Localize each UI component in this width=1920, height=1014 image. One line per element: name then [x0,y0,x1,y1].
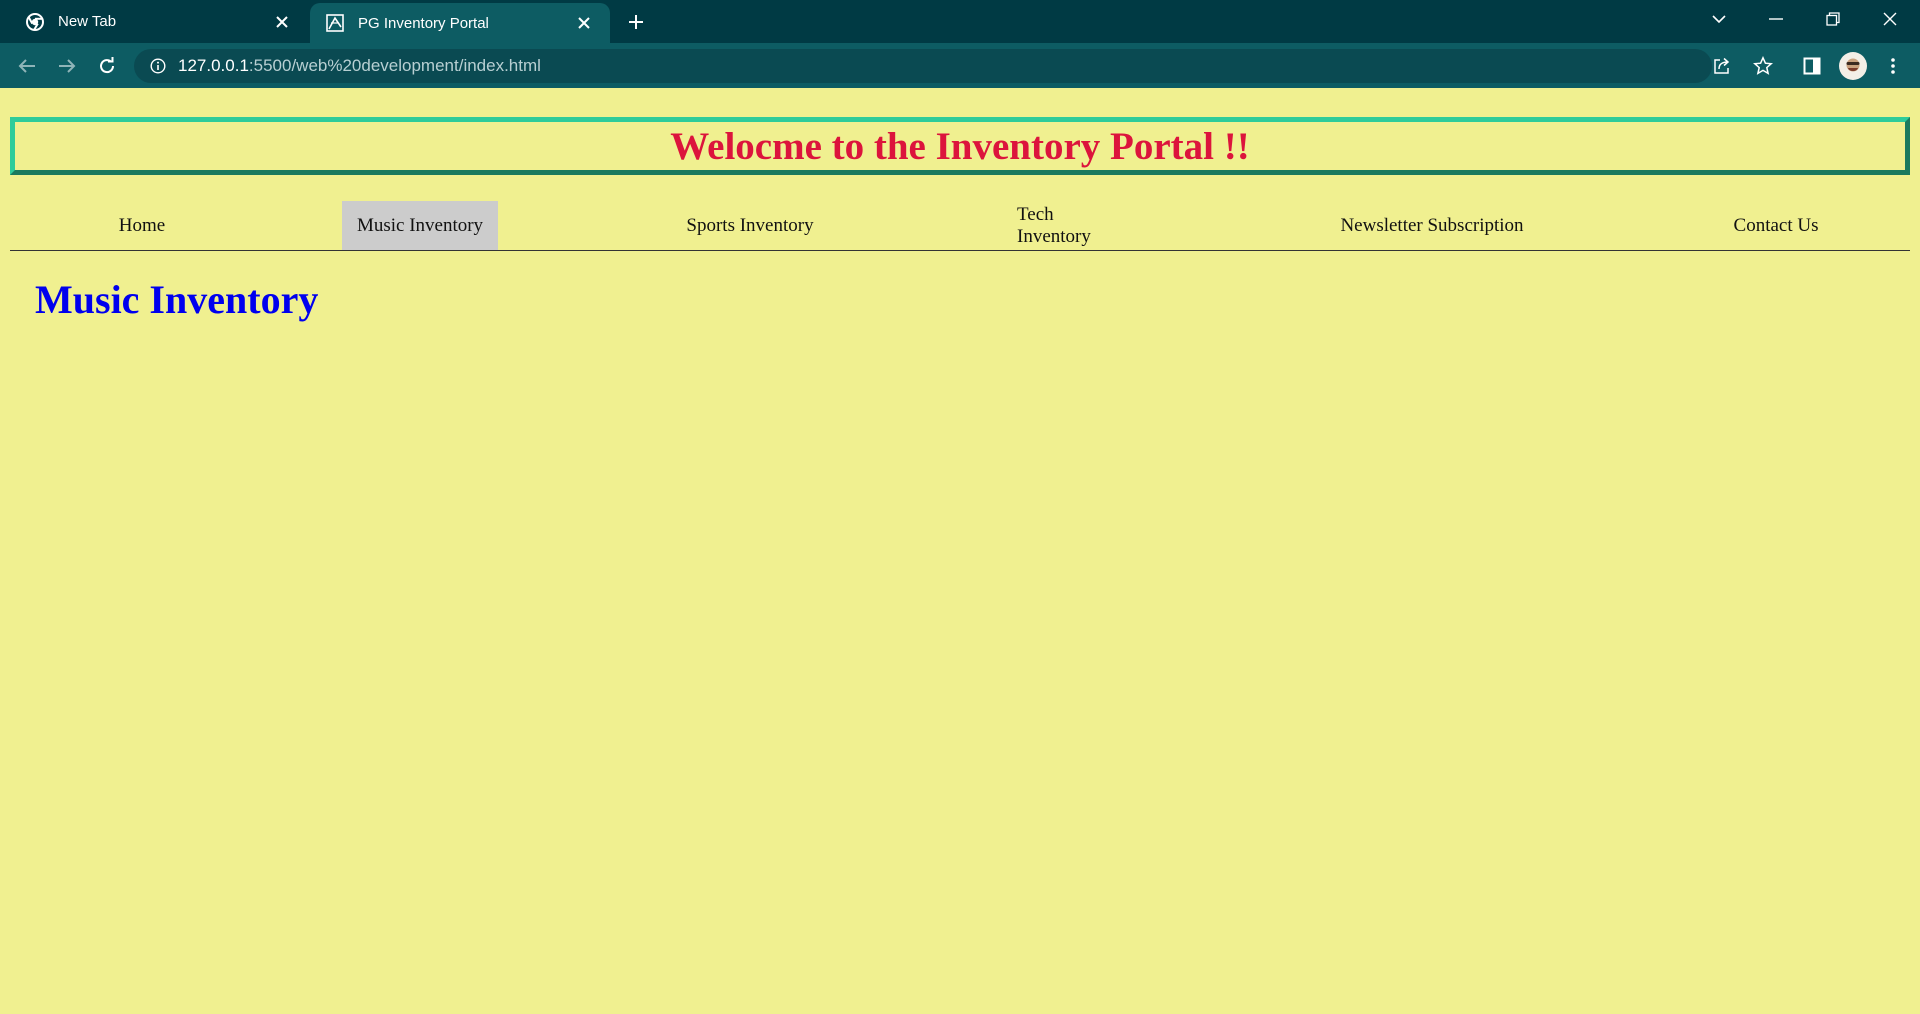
site-info-icon[interactable] [148,56,168,76]
chevron-down-icon [1712,14,1726,23]
url-text[interactable]: 127.0.0.1:5500/web%20development/index.h… [178,56,541,76]
kebab-menu-icon [1891,58,1895,74]
nav-link-sports-inventory[interactable]: Sports Inventory [672,201,828,250]
address-bar[interactable]: 127.0.0.1:5500/web%20development/index.h… [134,49,1712,83]
reload-button[interactable] [90,49,124,83]
close-icon [1883,12,1897,26]
tab-search-button[interactable] [1699,4,1739,34]
chrome-icon [26,12,44,31]
close-tab-icon[interactable] [572,11,596,35]
tab-title: PG Inventory Portal [358,14,489,32]
minimize-button[interactable] [1756,4,1796,34]
profile-avatar-icon [1846,58,1860,72]
main-nav: Home Music Inventory Sports Inventory Te… [10,201,1910,251]
close-window-button[interactable] [1870,4,1910,34]
profile-button[interactable] [1838,51,1868,81]
back-button[interactable] [10,49,44,83]
arrow-left-icon [18,59,35,73]
side-panel-icon [1803,57,1821,75]
forward-button[interactable] [50,49,84,83]
welcome-banner: Welocme to the Inventory Portal !! [10,117,1910,175]
new-tab-button[interactable] [622,9,650,35]
plus-icon [629,15,643,29]
url-host: 127.0.0.1 [178,56,249,75]
restore-icon [1826,12,1840,26]
reload-icon [100,57,115,74]
nav-link-contact-us[interactable]: Contact Us [1715,201,1837,250]
nav-link-music-inventory[interactable]: Music Inventory [342,201,498,250]
page-favicon-icon [326,14,344,32]
tab-strip: New Tab PG Inventory Portal [0,0,1920,43]
page-viewport: Welocme to the Inventory Portal !! Home … [0,88,1920,1014]
side-panel-button[interactable] [1797,51,1827,81]
browser-toolbar: 127.0.0.1:5500/web%20development/index.h… [0,43,1920,88]
banner-title: Welocme to the Inventory Portal !! [670,124,1250,168]
share-icon [1714,57,1730,74]
url-path: :5500/web%20development/index.html [248,56,541,75]
minimize-icon [1769,18,1783,20]
nav-link-home[interactable]: Home [96,201,188,250]
nav-link-tech-inventory[interactable]: Tech Inventory [1005,201,1141,250]
bookmark-button[interactable] [1749,52,1777,80]
tab-pg-inventory-portal[interactable]: PG Inventory Portal [310,3,610,43]
tab-title: New Tab [58,13,117,30]
share-button[interactable] [1708,52,1736,80]
star-icon [1753,56,1773,75]
restore-button[interactable] [1813,4,1853,34]
browser-menu-button[interactable] [1878,51,1908,81]
tab-new-tab[interactable]: New Tab [10,0,308,43]
arrow-right-icon [59,59,76,73]
section-title: Music Inventory [35,277,319,322]
nav-link-newsletter-subscription[interactable]: Newsletter Subscription [1324,201,1540,250]
avatar [1839,52,1867,80]
close-tab-icon[interactable] [270,10,294,34]
